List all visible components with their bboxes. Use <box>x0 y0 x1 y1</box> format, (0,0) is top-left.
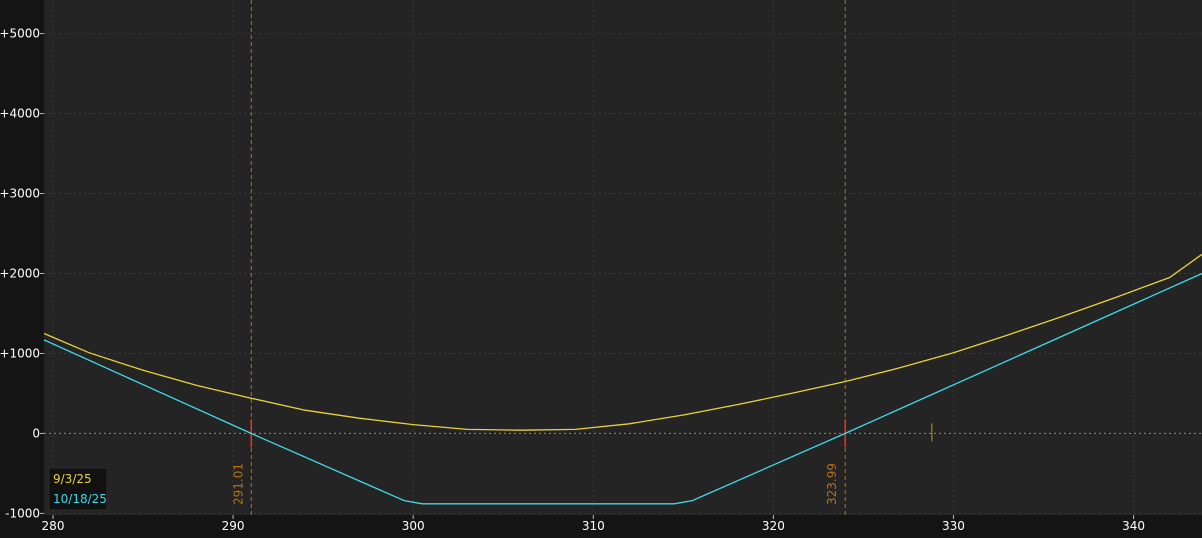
y-tick-label: +5000 <box>0 27 40 41</box>
x-tick-label: 300 <box>402 519 425 533</box>
x-tick-label: 310 <box>582 519 605 533</box>
y-tick-label: -1000 <box>5 506 40 520</box>
x-tick-label: 330 <box>942 519 965 533</box>
breakeven-label: 323.99 <box>825 463 839 505</box>
x-tick-label: 340 <box>1122 519 1145 533</box>
y-tick-label: +2000 <box>0 266 40 280</box>
x-tick-label: 320 <box>762 519 785 533</box>
plot-area <box>44 0 1202 515</box>
legend-entry: 10/18/25 <box>53 492 107 506</box>
pnl-chart[interactable]: 280 290 300 310 320 330 340 +5000 +4000 +3000 +200… <box>0 0 1202 533</box>
pnl-chart-svg: 280 290 300 310 320 330 340 +5000 +4000 +3000 +200… <box>0 0 1202 533</box>
x-tick-label: 280 <box>42 519 65 533</box>
y-tick-label: +1000 <box>0 346 40 360</box>
breakeven-label: 291.01 <box>231 463 245 505</box>
y-tick-label: 0 <box>32 426 40 440</box>
legend-entry: 9/3/25 <box>53 472 92 486</box>
x-tick-label: 290 <box>222 519 245 533</box>
y-tick-label: +3000 <box>0 187 40 201</box>
y-tick-label: +4000 <box>0 107 40 121</box>
